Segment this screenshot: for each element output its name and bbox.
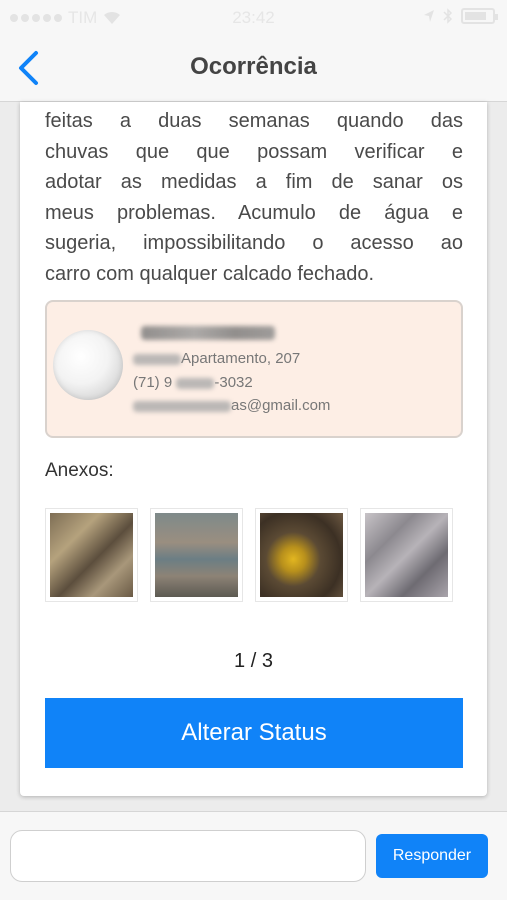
change-status-button[interactable]: Alterar Status: [45, 698, 463, 768]
description-line: adotar as medidas a fim de sanar os: [45, 171, 463, 193]
description-line: carro com qualquer calcado fechado.: [45, 262, 375, 285]
attachment-thumbnail[interactable]: [45, 508, 138, 602]
description-line: chuvas que que possam verificar e: [45, 140, 463, 163]
attachment-image: [50, 513, 133, 597]
reply-input[interactable]: [10, 830, 366, 882]
attachment-thumbnail[interactable]: [255, 508, 348, 602]
battery-icon: [461, 8, 498, 24]
status-right: [423, 8, 498, 24]
description-line: feitas a duas semanas quando das: [45, 110, 463, 132]
redacted-text: [133, 353, 181, 365]
address-visible: Apartamento, 207: [181, 350, 301, 367]
reply-button[interactable]: Responder: [376, 834, 488, 878]
location-arrow-icon: [424, 10, 434, 22]
attachment-image: [365, 513, 448, 597]
contact-card: Apartamento, 207 (71) 9 -3032 as@gmail.c…: [45, 300, 463, 438]
bluetooth-icon: [443, 8, 453, 24]
description-line: meus problemas. Acumulo de água e: [45, 201, 463, 224]
redacted-text: [176, 377, 215, 389]
attachments-label: Anexos:: [45, 460, 114, 481]
attachment-image: [260, 513, 343, 597]
attachments-gallery: [45, 508, 453, 602]
avatar: [53, 330, 123, 400]
contact-email: as@gmail.com: [133, 397, 330, 414]
occurrence-card: feitas a duas semanas quando das chuvas …: [20, 102, 487, 796]
email-visible: as@gmail.com: [231, 397, 331, 414]
redacted-text: [133, 400, 231, 412]
phone-suffix: -3032: [214, 374, 253, 391]
phone-prefix: (71) 9: [133, 374, 173, 391]
reply-bar: Responder: [0, 811, 507, 900]
pagination-indicator: 1 / 3: [234, 650, 273, 672]
description-text: feitas a duas semanas quando das chuvas …: [45, 106, 463, 289]
contact-name-redacted: [141, 326, 275, 340]
page-title: Ocorrência: [190, 53, 317, 80]
contact-address: Apartamento, 207: [133, 350, 300, 367]
attachment-thumbnail[interactable]: [150, 508, 243, 602]
contact-phone: (71) 9 -3032: [133, 374, 253, 391]
attachment-thumbnail[interactable]: [360, 508, 453, 602]
status-bar: TIM 23:42: [0, 0, 507, 36]
attachment-image: [155, 513, 238, 597]
navigation-bar: Ocorrência: [0, 36, 507, 102]
description-line: sugeria, impossibilitando o acesso ao: [45, 232, 463, 254]
